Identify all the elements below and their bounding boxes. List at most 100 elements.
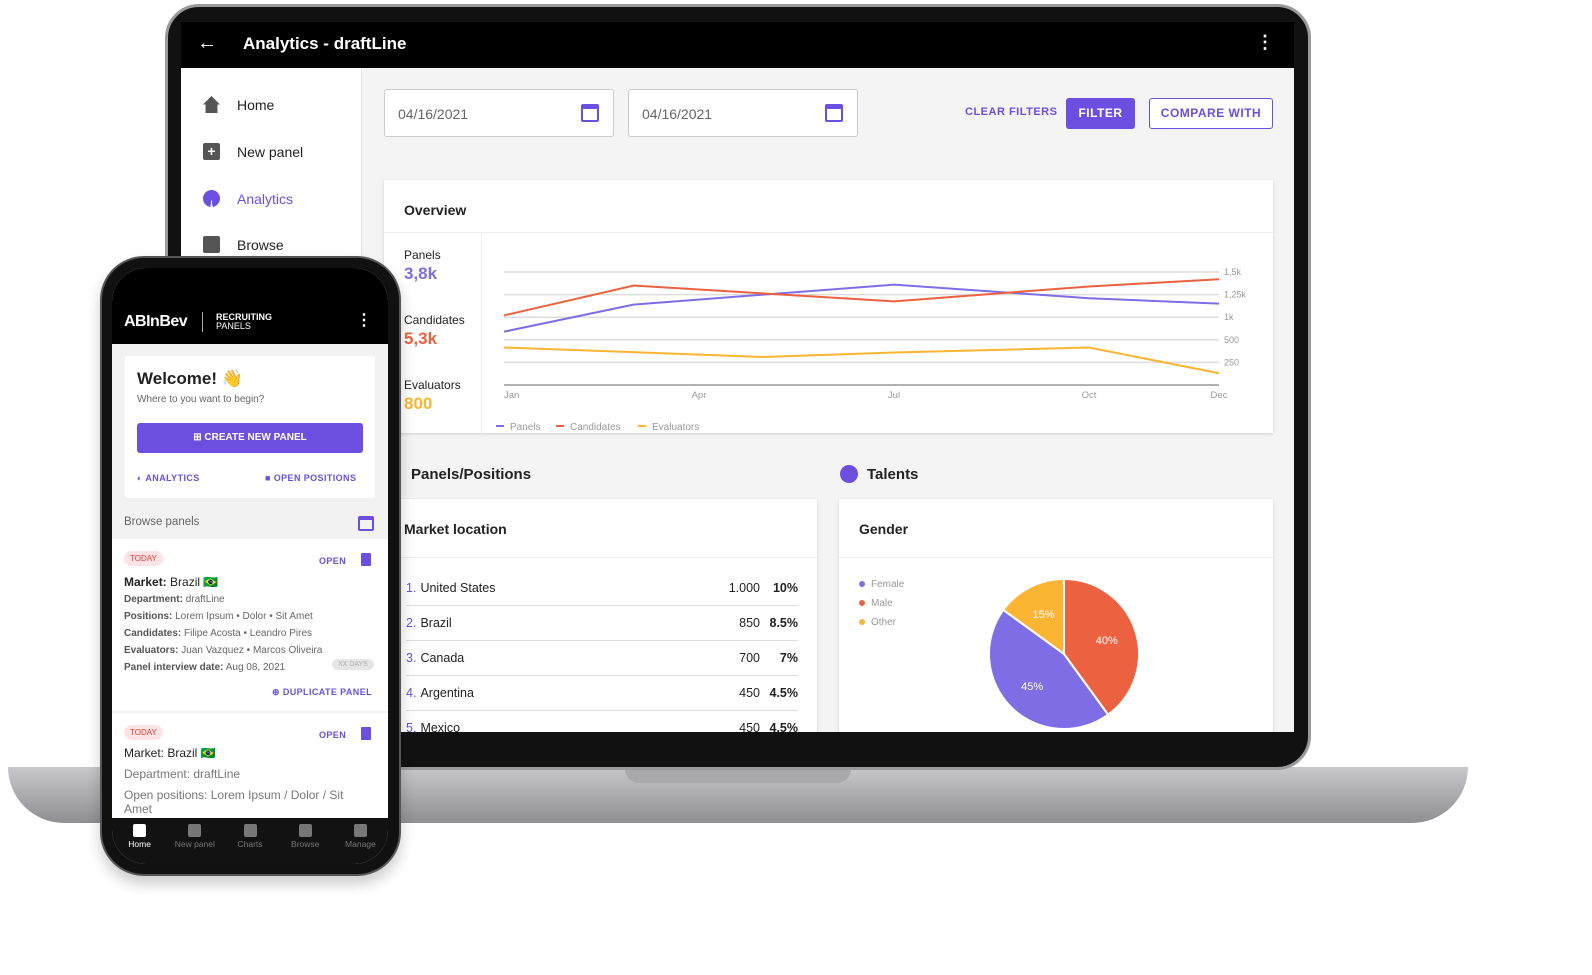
- sidebar-item-label: Analytics: [237, 190, 294, 207]
- open-button[interactable]: OPEN: [319, 556, 346, 566]
- sidebar-item-home[interactable]: Home: [203, 96, 274, 113]
- market-value: Brazil 🇧🇷: [170, 575, 219, 589]
- analytics-link[interactable]: ◐ ANALYTICS: [137, 473, 200, 483]
- add-box-icon: ⊞: [193, 432, 205, 443]
- bottom-nav-new-panel[interactable]: New panel: [167, 818, 222, 864]
- panel-field: Evaluators: Juan Vazquez • Marcos Olivei…: [124, 642, 322, 659]
- calendar-icon[interactable]: [825, 104, 843, 122]
- series-line-evaluators: [503, 346, 1220, 375]
- market-name: Brazil: [420, 616, 452, 630]
- y-tick-label: 1k: [1224, 312, 1234, 322]
- card-title: Gender: [859, 521, 909, 537]
- bottom-navigation: Home New panel Charts Browse Manage: [112, 818, 388, 864]
- y-tick-label: 1,25k: [1224, 290, 1247, 300]
- market-location-card: Market location 1. United States 1.000 10% 2…: [384, 499, 817, 732]
- field-value: Aug 08, 2021: [225, 662, 286, 673]
- legend-label: Female: [871, 579, 905, 590]
- panel-card: TODAY OPEN Market: Brazil 🇧🇷 Department:…: [112, 539, 388, 711]
- market-count: 700: [739, 651, 760, 665]
- back-arrow-icon[interactable]: ←: [197, 32, 217, 55]
- market-count: 1.000: [728, 581, 760, 595]
- calendar-icon[interactable]: [358, 516, 374, 531]
- bottom-nav-browse[interactable]: Browse: [278, 818, 333, 864]
- rank: 5.: [406, 721, 417, 732]
- market-percent: 4.5%: [769, 686, 799, 700]
- bottom-nav-home[interactable]: Home: [112, 818, 167, 864]
- camera-notch: [679, 22, 797, 42]
- table-row: 4. Argentina 450 4.5%: [406, 676, 798, 711]
- nav-icon: [298, 824, 312, 837]
- overview-title: Overview: [404, 202, 467, 218]
- more-vert-icon[interactable]: ⋮: [1256, 32, 1274, 53]
- page-title: Analytics - draftLine: [243, 34, 407, 53]
- legend-item: Male: [859, 598, 893, 609]
- x-tick-label: Oct: [1082, 390, 1097, 401]
- date-from-field[interactable]: 04/16/2021: [384, 89, 614, 137]
- field-label: Panel interview date:: [124, 662, 224, 673]
- open-positions: Open positions: Lorem Ipsum / Dolor / Si…: [124, 788, 344, 816]
- field-label: Candidates:: [124, 628, 182, 639]
- create-new-panel-button[interactable]: ⊞ CREATE NEW PANEL: [137, 423, 363, 453]
- market-percent: 8.5%: [769, 616, 799, 630]
- table-row: 5. Mexico 450 4.5%: [406, 711, 798, 732]
- nav-label: Manage: [345, 839, 376, 849]
- sidebar-item-label: Browse: [237, 236, 284, 253]
- nav-label: New panel: [174, 839, 215, 849]
- stat-value: 5,3k: [404, 329, 438, 348]
- y-tick-label: 1,5k: [1224, 267, 1242, 277]
- pie-label: 40%: [1096, 635, 1118, 647]
- market-count: 850: [739, 616, 760, 630]
- bottom-nav-manage[interactable]: Manage: [333, 818, 388, 864]
- sidebar-item-new-panel[interactable]: + New panel: [203, 143, 303, 160]
- panel-field: Positions: Lorem Ipsum • Dolor • Sit Ame…: [124, 608, 322, 625]
- filter-button[interactable]: FILTER: [1066, 98, 1135, 129]
- sidebar-item-analytics[interactable]: Analytics: [203, 190, 293, 207]
- card-title: Market location: [404, 521, 507, 537]
- home-icon: [203, 96, 220, 113]
- table-row: 1. United States 1.000 10%: [406, 571, 798, 606]
- panel-field: Panel interview date: Aug 08, 2021: [124, 659, 322, 676]
- gender-card: Gender Female Male Other 40% 45% 15%: [839, 499, 1273, 732]
- date-to-field[interactable]: 04/16/2021: [628, 89, 858, 137]
- sidebar-item-label: Home: [237, 96, 275, 113]
- app-name-sub: PANELS: [216, 321, 251, 331]
- legend-dot: [859, 619, 865, 625]
- sidebar-item-browse[interactable]: Browse: [203, 236, 284, 253]
- nav-label: Browse: [291, 839, 320, 849]
- add-box-icon: +: [203, 143, 220, 160]
- nav-icon: [353, 824, 367, 837]
- table-row: 3. Canada 700 7%: [406, 641, 798, 676]
- talents-heading: Talents: [867, 466, 919, 483]
- open-positions-link[interactable]: ■ OPEN POSITIONS: [265, 473, 356, 483]
- delete-icon[interactable]: [361, 727, 371, 740]
- market-percent: 10%: [772, 581, 798, 595]
- bottom-nav-charts[interactable]: Charts: [222, 818, 277, 864]
- legend-label: Panels: [510, 422, 541, 430]
- days-badge: XX DAYS: [332, 659, 374, 670]
- duplicate-panel-button[interactable]: ⊕ DUPLICATE PANEL: [272, 687, 372, 698]
- legend-label: Evaluators: [652, 422, 699, 430]
- nav-icon: [188, 824, 202, 837]
- pie-chart: 40% 45% 15%: [988, 577, 1140, 730]
- calendar-icon[interactable]: [581, 104, 599, 122]
- welcome-card: Welcome! 👋 Where to you want to begin? ⊞…: [125, 356, 375, 498]
- legend-dot: [859, 581, 865, 587]
- market-name: Argentina: [420, 686, 474, 700]
- button-label: DUPLICATE PANEL: [282, 687, 373, 697]
- stat-label: Panels: [404, 248, 441, 262]
- open-button[interactable]: OPEN: [319, 730, 346, 740]
- pie-label: 45%: [1021, 681, 1043, 693]
- nav-label: Home: [128, 839, 151, 849]
- browse-icon: [203, 236, 220, 253]
- delete-icon[interactable]: [361, 553, 371, 566]
- legend-label: Male: [871, 598, 893, 609]
- panels-positions-heading: Panels/Positions: [411, 466, 532, 483]
- legend-item: Female: [859, 579, 904, 590]
- rank: 1.: [406, 581, 417, 595]
- compare-with-button[interactable]: COMPARE WITH: [1149, 98, 1273, 129]
- clear-filters-button[interactable]: CLEAR FILTERS: [965, 106, 1057, 118]
- rank: 3.: [406, 651, 417, 665]
- phone-screen: ABInBev RECRUITING PANELS ⋮ Welcome! 👋 W…: [112, 268, 388, 864]
- legend-label: Candidates: [570, 422, 621, 430]
- more-vert-icon[interactable]: ⋮: [356, 310, 372, 330]
